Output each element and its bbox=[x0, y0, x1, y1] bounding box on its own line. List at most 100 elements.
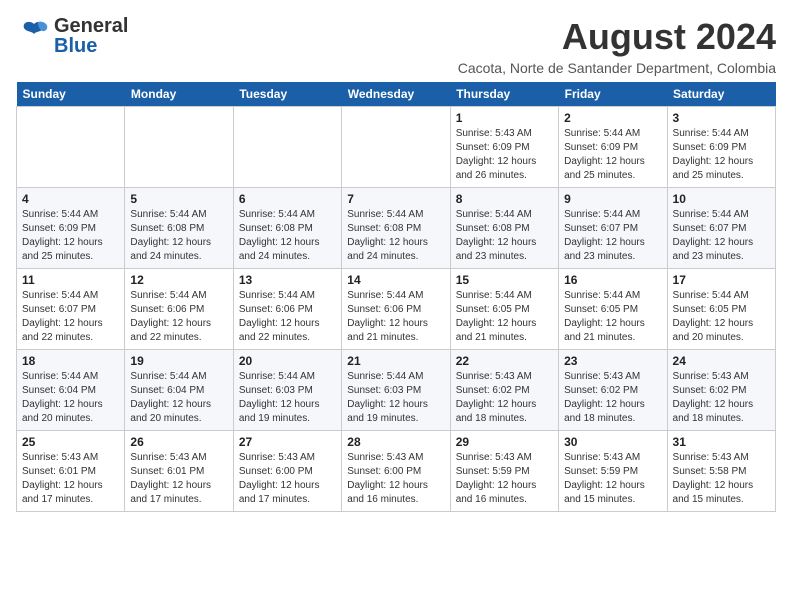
weekday-header-monday: Monday bbox=[125, 82, 233, 107]
calendar-cell: 27 Sunrise: 5:43 AM Sunset: 6:00 PM Dayli… bbox=[233, 431, 341, 512]
day-number: 29 bbox=[456, 435, 553, 449]
day-info: Sunrise: 5:44 AM Sunset: 6:07 PM Dayligh… bbox=[22, 289, 119, 345]
weekday-header-sunday: Sunday bbox=[17, 82, 125, 107]
calendar-cell: 4Sunrise: 5:44 AM Sunset: 6:09 PM Daylig… bbox=[17, 188, 125, 269]
calendar-cell: 20 Sunrise: 5:44 AM Sunset: 6:03 PM Dayli… bbox=[233, 350, 341, 431]
calendar-cell: 19 Sunrise: 5:44 AM Sunset: 6:04 PM Dayli… bbox=[125, 350, 233, 431]
day-number: 30 bbox=[564, 435, 661, 449]
calendar-cell: 12 Sunrise: 5:44 AM Sunset: 6:06 PM Dayli… bbox=[125, 269, 233, 350]
day-info: Sunrise: 5:44 AM Sunset: 6:05 PM Dayligh… bbox=[564, 289, 661, 345]
calendar-cell bbox=[342, 107, 450, 188]
calendar-cell: 18 Sunrise: 5:44 AM Sunset: 6:04 PM Dayli… bbox=[17, 350, 125, 431]
logo-icon bbox=[16, 18, 52, 54]
calendar-table: SundayMondayTuesdayWednesdayThursdayFrid… bbox=[16, 82, 776, 512]
day-info: Sunrise: 5:44 AM Sunset: 6:07 PM Dayligh… bbox=[673, 208, 770, 264]
calendar-cell: 30 Sunrise: 5:43 AM Sunset: 5:59 PM Dayli… bbox=[559, 431, 667, 512]
calendar-cell: 28 Sunrise: 5:43 AM Sunset: 6:00 PM Dayli… bbox=[342, 431, 450, 512]
calendar-cell: 1 Sunrise: 5:43 AM Sunset: 6:09 PM Daylig… bbox=[450, 107, 558, 188]
calendar-cell: 8 Sunrise: 5:44 AM Sunset: 6:08 PM Daylig… bbox=[450, 188, 558, 269]
day-number: 19 bbox=[130, 354, 227, 368]
calendar-cell bbox=[233, 107, 341, 188]
day-number: 13 bbox=[239, 273, 336, 287]
weekday-header-tuesday: Tuesday bbox=[233, 82, 341, 107]
calendar-cell: 22 Sunrise: 5:43 AM Sunset: 6:02 PM Dayli… bbox=[450, 350, 558, 431]
day-info: Sunrise: 5:43 AM Sunset: 6:09 PM Dayligh… bbox=[456, 127, 553, 183]
day-number: 9 bbox=[564, 192, 661, 206]
calendar-cell: 6 Sunrise: 5:44 AM Sunset: 6:08 PM Daylig… bbox=[233, 188, 341, 269]
calendar-cell: 10Sunrise: 5:44 AM Sunset: 6:07 PM Dayli… bbox=[667, 188, 775, 269]
day-info: Sunrise: 5:44 AM Sunset: 6:03 PM Dayligh… bbox=[239, 370, 336, 426]
calendar-header-row: SundayMondayTuesdayWednesdayThursdayFrid… bbox=[17, 82, 776, 107]
calendar-cell: 17Sunrise: 5:44 AM Sunset: 6:05 PM Dayli… bbox=[667, 269, 775, 350]
day-info: Sunrise: 5:43 AM Sunset: 6:02 PM Dayligh… bbox=[456, 370, 553, 426]
day-number: 20 bbox=[239, 354, 336, 368]
day-info: Sunrise: 5:44 AM Sunset: 6:09 PM Dayligh… bbox=[673, 127, 770, 183]
calendar-week-4: 18 Sunrise: 5:44 AM Sunset: 6:04 PM Dayli… bbox=[17, 350, 776, 431]
title-area: August 2024 Cacota, Norte de Santander D… bbox=[458, 16, 776, 76]
day-info: Sunrise: 5:44 AM Sunset: 6:08 PM Dayligh… bbox=[347, 208, 444, 264]
day-number: 8 bbox=[456, 192, 553, 206]
logo: General Blue bbox=[16, 16, 128, 56]
weekday-header-friday: Friday bbox=[559, 82, 667, 107]
day-number: 18 bbox=[22, 354, 119, 368]
day-info: Sunrise: 5:43 AM Sunset: 6:00 PM Dayligh… bbox=[239, 451, 336, 507]
day-info: Sunrise: 5:44 AM Sunset: 6:03 PM Dayligh… bbox=[347, 370, 444, 426]
calendar-cell: 7Sunrise: 5:44 AM Sunset: 6:08 PM Daylig… bbox=[342, 188, 450, 269]
calendar-cell: 23 Sunrise: 5:43 AM Sunset: 6:02 PM Dayli… bbox=[559, 350, 667, 431]
day-number: 28 bbox=[347, 435, 444, 449]
day-info: Sunrise: 5:44 AM Sunset: 6:08 PM Dayligh… bbox=[239, 208, 336, 264]
day-info: Sunrise: 5:44 AM Sunset: 6:08 PM Dayligh… bbox=[456, 208, 553, 264]
day-number: 25 bbox=[22, 435, 119, 449]
day-info: Sunrise: 5:43 AM Sunset: 6:01 PM Dayligh… bbox=[22, 451, 119, 507]
weekday-header-wednesday: Wednesday bbox=[342, 82, 450, 107]
page-header: General Blue August 2024 Cacota, Norte d… bbox=[16, 16, 776, 76]
day-number: 12 bbox=[130, 273, 227, 287]
calendar-cell: 2Sunrise: 5:44 AM Sunset: 6:09 PM Daylig… bbox=[559, 107, 667, 188]
day-number: 2 bbox=[564, 111, 661, 125]
calendar-cell: 31 Sunrise: 5:43 AM Sunset: 5:58 PM Dayli… bbox=[667, 431, 775, 512]
day-number: 14 bbox=[347, 273, 444, 287]
day-number: 15 bbox=[456, 273, 553, 287]
day-info: Sunrise: 5:43 AM Sunset: 6:02 PM Dayligh… bbox=[673, 370, 770, 426]
calendar-cell: 11Sunrise: 5:44 AM Sunset: 6:07 PM Dayli… bbox=[17, 269, 125, 350]
calendar-week-2: 4Sunrise: 5:44 AM Sunset: 6:09 PM Daylig… bbox=[17, 188, 776, 269]
weekday-header-thursday: Thursday bbox=[450, 82, 558, 107]
calendar-cell: 15 Sunrise: 5:44 AM Sunset: 6:05 PM Dayli… bbox=[450, 269, 558, 350]
day-number: 1 bbox=[456, 111, 553, 125]
calendar-cell: 21Sunrise: 5:44 AM Sunset: 6:03 PM Dayli… bbox=[342, 350, 450, 431]
day-info: Sunrise: 5:44 AM Sunset: 6:06 PM Dayligh… bbox=[347, 289, 444, 345]
calendar-cell: 24Sunrise: 5:43 AM Sunset: 6:02 PM Dayli… bbox=[667, 350, 775, 431]
calendar-cell bbox=[125, 107, 233, 188]
day-info: Sunrise: 5:43 AM Sunset: 6:02 PM Dayligh… bbox=[564, 370, 661, 426]
calendar-week-3: 11Sunrise: 5:44 AM Sunset: 6:07 PM Dayli… bbox=[17, 269, 776, 350]
day-info: Sunrise: 5:44 AM Sunset: 6:09 PM Dayligh… bbox=[22, 208, 119, 264]
calendar-cell: 26Sunrise: 5:43 AM Sunset: 6:01 PM Dayli… bbox=[125, 431, 233, 512]
calendar-cell: 14 Sunrise: 5:44 AM Sunset: 6:06 PM Dayli… bbox=[342, 269, 450, 350]
day-number: 17 bbox=[673, 273, 770, 287]
month-title: August 2024 bbox=[458, 16, 776, 58]
day-info: Sunrise: 5:43 AM Sunset: 6:00 PM Dayligh… bbox=[347, 451, 444, 507]
day-number: 23 bbox=[564, 354, 661, 368]
calendar-cell: 5 Sunrise: 5:44 AM Sunset: 6:08 PM Daylig… bbox=[125, 188, 233, 269]
day-number: 27 bbox=[239, 435, 336, 449]
day-info: Sunrise: 5:44 AM Sunset: 6:05 PM Dayligh… bbox=[456, 289, 553, 345]
day-info: Sunrise: 5:43 AM Sunset: 5:59 PM Dayligh… bbox=[456, 451, 553, 507]
day-info: Sunrise: 5:44 AM Sunset: 6:04 PM Dayligh… bbox=[130, 370, 227, 426]
day-info: Sunrise: 5:44 AM Sunset: 6:04 PM Dayligh… bbox=[22, 370, 119, 426]
day-info: Sunrise: 5:43 AM Sunset: 5:58 PM Dayligh… bbox=[673, 451, 770, 507]
logo-blue: Blue bbox=[54, 36, 128, 56]
calendar-week-1: 1 Sunrise: 5:43 AM Sunset: 6:09 PM Daylig… bbox=[17, 107, 776, 188]
day-info: Sunrise: 5:44 AM Sunset: 6:07 PM Dayligh… bbox=[564, 208, 661, 264]
day-number: 31 bbox=[673, 435, 770, 449]
day-number: 3 bbox=[673, 111, 770, 125]
calendar-cell bbox=[17, 107, 125, 188]
day-number: 6 bbox=[239, 192, 336, 206]
location-title: Cacota, Norte de Santander Department, C… bbox=[458, 60, 776, 76]
day-number: 5 bbox=[130, 192, 227, 206]
calendar-cell: 9 Sunrise: 5:44 AM Sunset: 6:07 PM Daylig… bbox=[559, 188, 667, 269]
day-info: Sunrise: 5:43 AM Sunset: 5:59 PM Dayligh… bbox=[564, 451, 661, 507]
day-number: 22 bbox=[456, 354, 553, 368]
day-info: Sunrise: 5:44 AM Sunset: 6:08 PM Dayligh… bbox=[130, 208, 227, 264]
logo-general: General bbox=[54, 16, 128, 36]
day-info: Sunrise: 5:44 AM Sunset: 6:06 PM Dayligh… bbox=[130, 289, 227, 345]
